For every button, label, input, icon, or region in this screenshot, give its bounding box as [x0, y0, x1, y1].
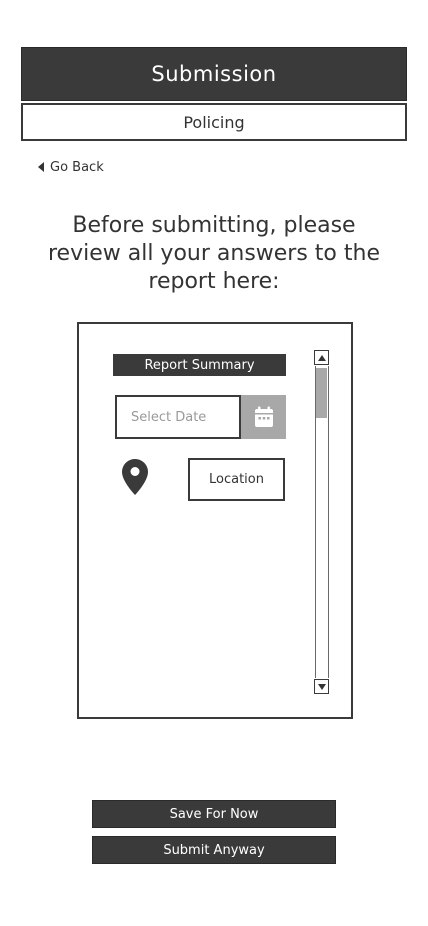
select-date-field[interactable]: Select Date: [115, 395, 241, 439]
scroll-up-button[interactable]: [314, 350, 329, 365]
page-title: Submission: [151, 62, 277, 86]
select-date-placeholder: Select Date: [131, 409, 207, 425]
scroll-thumb[interactable]: [316, 368, 327, 418]
location-label: Location: [209, 472, 264, 487]
vertical-scrollbar[interactable]: [314, 350, 330, 694]
submit-anyway-label: Submit Anyway: [163, 842, 265, 858]
caret-left-icon: [38, 162, 44, 172]
location-button[interactable]: Location: [188, 458, 285, 501]
section-title: Policing: [183, 112, 245, 132]
save-for-now-label: Save For Now: [169, 806, 259, 822]
instructions-text: Before submitting, please review all you…: [47, 213, 380, 294]
scroll-up-arrow-icon: [317, 354, 326, 361]
report-summary-label: Report Summary: [113, 354, 286, 376]
report-summary-panel: Report Summary Select Date Location: [77, 322, 353, 719]
page-header: Submission: [21, 47, 407, 101]
calendar-icon: [254, 406, 273, 427]
save-for-now-button[interactable]: Save For Now: [92, 800, 336, 828]
scroll-down-arrow-icon: [317, 683, 326, 690]
calendar-button[interactable]: [241, 395, 286, 439]
go-back-link[interactable]: Go Back: [38, 158, 104, 176]
section-header: Policing: [21, 103, 407, 141]
map-pin-icon: [122, 459, 148, 495]
scroll-track[interactable]: [315, 366, 329, 678]
submit-anyway-button[interactable]: Submit Anyway: [92, 836, 336, 864]
go-back-label: Go Back: [50, 159, 104, 175]
scroll-down-button[interactable]: [314, 679, 329, 694]
